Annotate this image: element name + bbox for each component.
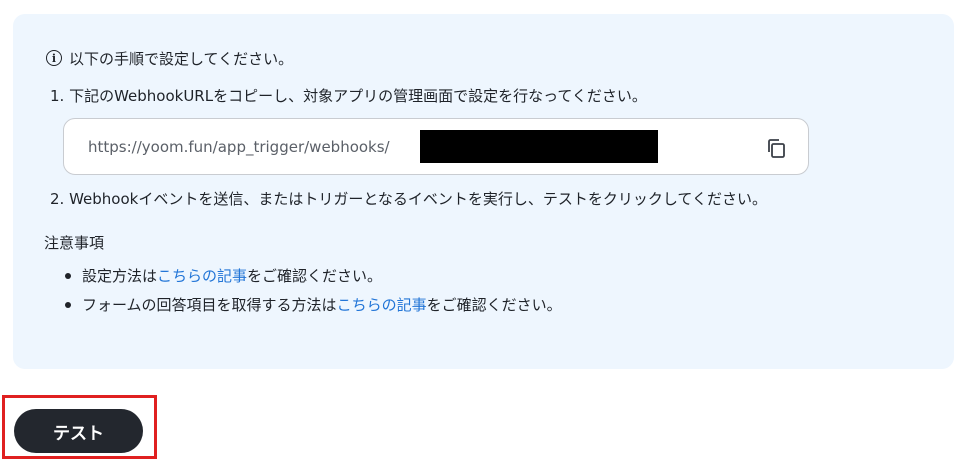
note-prefix: フォームの回答項目を取得する方法は xyxy=(82,296,337,314)
article-link[interactable]: こちらの記事 xyxy=(337,296,427,314)
test-button[interactable]: テスト xyxy=(14,409,143,453)
notes-title: 注意事項 xyxy=(44,234,105,252)
notes-list: 設定方法はこちらの記事をご確認ください。 フォームの回答項目を取得する方法はこち… xyxy=(62,265,562,323)
step-2-text: 2. Webhookイベントを送信、またはトリガーとなるイベントを実行し、テスト… xyxy=(50,190,767,208)
webhook-url-text[interactable]: https://yoom.fun/app_trigger/webhooks/ xyxy=(88,136,390,158)
step-1-text: 1. 下記のWebhookURLをコピーし、対象アプリの管理画面で設定を行なって… xyxy=(50,87,647,105)
note-suffix: をご確認ください。 xyxy=(426,296,562,314)
redacted-block xyxy=(420,130,658,163)
article-link[interactable]: こちらの記事 xyxy=(157,267,247,285)
info-circle-icon: i xyxy=(46,50,62,66)
list-item: フォームの回答項目を取得する方法はこちらの記事をご確認ください。 xyxy=(62,294,562,323)
list-item: 設定方法はこちらの記事をご確認ください。 xyxy=(62,265,562,294)
note-prefix: 設定方法は xyxy=(82,267,158,285)
note-suffix: をご確認ください。 xyxy=(247,267,383,285)
instruction-header: i 以下の手順で設定してください。 xyxy=(33,47,293,69)
webhook-url-field[interactable]: https://yoom.fun/app_trigger/webhooks/ xyxy=(63,118,809,175)
copy-icon[interactable] xyxy=(764,136,788,160)
instruction-header-text: 以下の手順で設定してください。 xyxy=(69,49,294,68)
